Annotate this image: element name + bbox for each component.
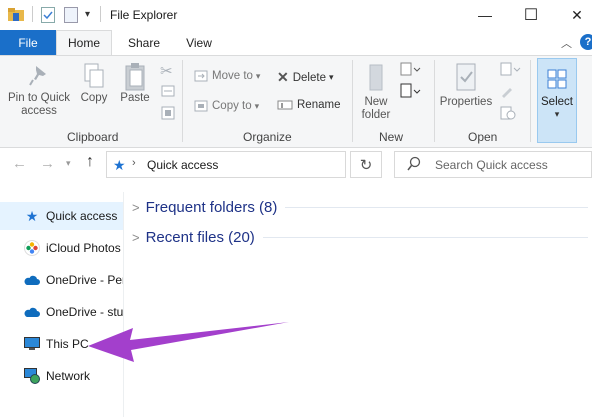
annotation-arrow bbox=[88, 322, 289, 362]
